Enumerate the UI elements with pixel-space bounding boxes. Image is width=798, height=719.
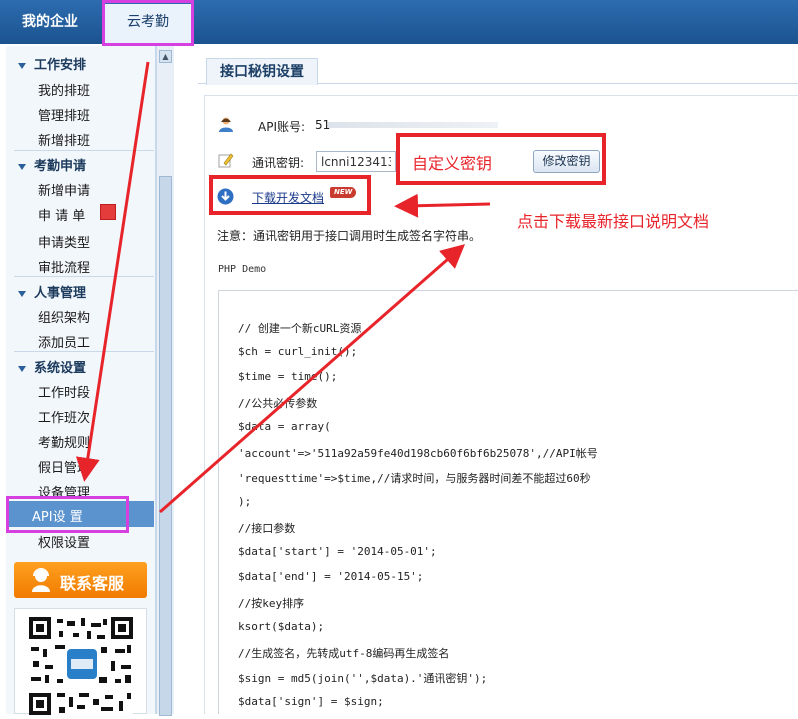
sidebar-item-my-schedule[interactable]: 我的排班 — [38, 80, 90, 99]
red-box-secret-key — [396, 133, 606, 185]
contact-service-button[interactable]: 联系客服 — [14, 562, 147, 598]
user-icon — [219, 117, 233, 132]
sidebar-group-label: 考勤申请 — [34, 159, 87, 174]
collapse-triangle-icon — [18, 290, 26, 297]
divider — [14, 150, 154, 151]
divider — [14, 351, 154, 352]
edit-pencil-icon — [218, 153, 234, 168]
sidebar-item-org-structure[interactable]: 组织架构 — [38, 307, 90, 326]
code-line: $sign = md5(join('',$data).'通讯密钥'); — [238, 672, 488, 685]
secret-key-note: 注意：通讯密钥用于接口调用时生成签名字符串。 — [217, 229, 482, 243]
highlight-box-api-settings — [6, 496, 129, 533]
secret-key-label: 通讯密钥: — [252, 156, 305, 170]
sidebar-item-new-request[interactable]: 新增申请 — [38, 180, 90, 199]
code-line: //生成签名，先转成utf-8编码再生成签名 — [238, 647, 450, 660]
sidebar: 工作安排 我的排班 管理排班 新增排班 考勤申请 新增申请 申 请 单 申请类型… — [6, 46, 156, 715]
sidebar-group-work-schedule[interactable]: 工作安排 — [18, 54, 86, 73]
sidebar-group-label: 人事管理 — [34, 286, 87, 301]
sidebar-item-work-period[interactable]: 工作时段 — [38, 382, 90, 401]
collapse-triangle-icon — [18, 62, 26, 69]
scrollbar-thumb[interactable] — [159, 176, 172, 716]
code-line: //接口参数 — [238, 522, 296, 535]
qr-code-image — [14, 608, 147, 715]
sidebar-group-attendance-request[interactable]: 考勤申请 — [18, 155, 86, 174]
sidebar-item-work-shift[interactable]: 工作班次 — [38, 407, 90, 426]
code-line: ); — [238, 495, 252, 508]
code-line: //按key排序 — [238, 597, 305, 610]
code-line: 'requesttime'=>$time,//请求时间，与服务器时间差不能超过6… — [238, 472, 591, 485]
sidebar-item-add-employee[interactable]: 添加员工 — [38, 332, 90, 351]
sidebar-item-manage-schedule[interactable]: 管理排班 — [38, 105, 90, 124]
sidebar-item-request-type[interactable]: 申请类型 — [38, 232, 90, 251]
tab-my-company[interactable]: 我的企业 — [0, 0, 100, 44]
collapse-triangle-icon — [18, 365, 26, 372]
code-line: $data['start'] = '2014-05-01'; — [238, 545, 437, 558]
sidebar-item-add-schedule[interactable]: 新增排班 — [38, 130, 90, 149]
sidebar-item-holiday-mgmt[interactable]: 假日管理 — [38, 457, 90, 476]
divider — [14, 276, 154, 277]
code-line: ksort($data); — [238, 620, 325, 633]
red-marker-square — [100, 204, 116, 220]
php-demo-label: PHP Demo — [218, 264, 267, 275]
page-title: 接口秘钥设置 — [206, 58, 318, 85]
code-line: $ch = curl_init(); — [238, 345, 358, 358]
qr-code-graphic — [29, 617, 133, 715]
red-box-download-docs — [209, 175, 371, 215]
sidebar-group-label: 工作安排 — [34, 58, 87, 73]
sidebar-scrollbar[interactable]: ▲ — [156, 46, 174, 716]
sidebar-item-permission-settings[interactable]: 权限设置 — [38, 532, 90, 551]
sidebar-group-hr[interactable]: 人事管理 — [18, 282, 86, 301]
api-account-label: API账号: — [258, 120, 306, 134]
code-line: $data['end'] = '2014-05-15'; — [238, 570, 424, 583]
highlight-box-attendance-tab — [102, 0, 194, 46]
sidebar-group-system-settings[interactable]: 系统设置 — [18, 357, 86, 376]
secret-key-input[interactable] — [316, 151, 396, 172]
customer-service-icon — [32, 568, 50, 592]
code-line: // 创建一个新cURL资源 — [238, 322, 362, 335]
code-line: 'account'=>'511a92a59fe40d198cb60f6bf6b2… — [238, 447, 598, 460]
code-line: $time = time(); — [238, 370, 338, 383]
contact-service-label: 联系客服 — [60, 574, 125, 593]
code-line: $data = array( — [238, 420, 331, 433]
scroll-up-arrow-icon[interactable]: ▲ — [159, 50, 172, 63]
code-line: $data['sign'] = $sign; — [238, 695, 384, 708]
sidebar-item-request-form[interactable]: 申 请 单 — [38, 205, 85, 224]
sidebar-item-attendance-rules[interactable]: 考勤规则 — [38, 432, 90, 451]
code-line: //公共必传参数 — [238, 397, 318, 410]
sidebar-item-approval-flow[interactable]: 审批流程 — [38, 257, 90, 276]
sidebar-group-label: 系统设置 — [34, 361, 87, 376]
collapse-triangle-icon — [18, 163, 26, 170]
download-annotation: 点击下载最新接口说明文档 — [517, 212, 710, 231]
masked-account-value — [328, 122, 498, 128]
